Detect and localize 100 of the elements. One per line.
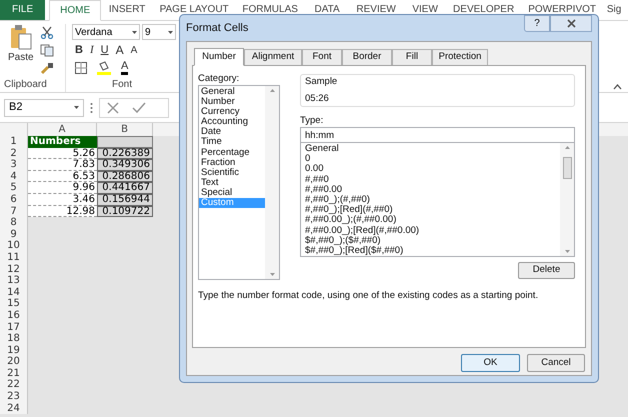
- row-header[interactable]: 1: [0, 136, 28, 148]
- underline-button[interactable]: U: [100, 42, 109, 58]
- ribbon-tab[interactable]: DEVELOPER: [447, 0, 520, 20]
- row-header[interactable]: 20: [0, 356, 28, 368]
- row-header[interactable]: 22: [0, 379, 28, 392]
- row-header[interactable]: 3: [0, 159, 28, 171]
- format-item[interactable]: #,##0_);(#,##0): [305, 194, 560, 206]
- copy-icon[interactable]: [40, 44, 54, 57]
- row-header[interactable]: 23: [0, 391, 28, 403]
- row-header[interactable]: 16: [0, 310, 28, 322]
- category-item[interactable]: Time: [199, 137, 265, 148]
- row-header[interactable]: 2: [0, 148, 28, 160]
- category-item[interactable]: Text: [199, 178, 265, 188]
- row-header[interactable]: 7: [0, 206, 28, 218]
- brush-icon[interactable]: [40, 62, 54, 75]
- type-field[interactable]: hh:mm: [300, 127, 575, 143]
- category-item[interactable]: Currency: [199, 107, 265, 118]
- row-header[interactable]: 14: [0, 286, 28, 298]
- ribbon-tab[interactable]: PAGE LAYOUT: [153, 0, 236, 20]
- ribbon-tab[interactable]: FILE: [0, 0, 46, 20]
- dialog-tab[interactable]: Number: [194, 48, 244, 66]
- category-item[interactable]: Number: [199, 97, 265, 108]
- ribbon-tab[interactable]: REVIEW: [349, 0, 404, 20]
- format-list[interactable]: General 0 0.00 #,##0 #,##0.00 #,##0_);(#,##0) #,##0_);[Red](#,##0) #,##0.00_);(#,##0.00) #,##0.00_);[Red](#,##0.00) $#,##0_);($#,##0) $#,##0_);[Red]($#,##0): [300, 143, 575, 257]
- table-cell: [97, 136, 153, 148]
- format-item[interactable]: #,##0.00_);(#,##0.00): [305, 215, 560, 226]
- help-button[interactable]: ?: [524, 15, 550, 32]
- category-item[interactable]: Fraction: [199, 158, 265, 168]
- format-item[interactable]: #,##0.00_);[Red](#,##0.00): [305, 226, 560, 236]
- close-icon[interactable]: [106, 100, 120, 114]
- borders-icon[interactable]: [75, 62, 87, 74]
- row-header[interactable]: 15: [0, 298, 28, 310]
- row-header[interactable]: 6: [0, 194, 28, 206]
- row-header[interactable]: 24: [0, 402, 28, 414]
- font-color-button[interactable]: A: [121, 61, 128, 76]
- dialog-tab[interactable]: Alignment: [244, 49, 302, 65]
- ok-button[interactable]: OK: [461, 354, 520, 372]
- row-header[interactable]: 13: [0, 275, 28, 287]
- category-item[interactable]: Accounting: [199, 117, 265, 128]
- grow-font-button[interactable]: A: [116, 41, 124, 59]
- format-item[interactable]: #,##0: [305, 174, 560, 185]
- scroll-thumb[interactable]: [562, 157, 572, 179]
- dialog-tab[interactable]: Fill: [392, 49, 432, 65]
- scissors-icon[interactable]: [40, 26, 54, 39]
- format-item[interactable]: $#,##0_);($#,##0): [305, 236, 560, 246]
- collapse-ribbon-icon[interactable]: [613, 84, 622, 90]
- shrink-font-button[interactable]: A: [130, 42, 138, 58]
- fill-color-icon[interactable]: [97, 61, 111, 76]
- format-item[interactable]: 0: [305, 154, 560, 164]
- cancel-button[interactable]: Cancel: [527, 354, 585, 372]
- row-header[interactable]: 4: [0, 170, 28, 182]
- dialog-tab[interactable]: Font: [302, 49, 342, 65]
- ribbon-tab[interactable]: DATA: [305, 0, 350, 20]
- row-header[interactable]: 18: [0, 333, 28, 345]
- category-item[interactable]: General: [199, 87, 265, 98]
- format-item[interactable]: #,##0.00: [305, 184, 560, 195]
- row-header[interactable]: 12: [0, 264, 28, 276]
- scrollbar[interactable]: [265, 86, 279, 279]
- format-item[interactable]: 0.00: [305, 164, 560, 175]
- more-icon: [90, 102, 93, 114]
- group-label: Font: [111, 78, 134, 92]
- paste-button[interactable]: Paste: [8, 24, 34, 77]
- bold-button[interactable]: B: [75, 42, 83, 58]
- delete-button[interactable]: Delete: [518, 262, 575, 279]
- dialog-tab[interactable]: Protection: [432, 49, 488, 65]
- close-button[interactable]: [550, 15, 592, 32]
- category-list[interactable]: General Number Currency Accounting Date Time Percentage Fraction Scientific Text Special Custom: [198, 85, 280, 280]
- row-header[interactable]: 21: [0, 368, 28, 380]
- category-item[interactable]: Percentage: [199, 148, 265, 158]
- ribbon-tab[interactable]: Sig: [604, 0, 624, 20]
- table-cell: Numbers: [28, 136, 97, 148]
- category-item[interactable]: Scientific: [199, 168, 265, 178]
- format-item[interactable]: $#,##0_);[Red]($#,##0): [305, 246, 560, 256]
- row-header[interactable]: 11: [0, 252, 28, 264]
- sample-value: 05:26: [305, 92, 330, 106]
- row-header[interactable]: 9: [0, 228, 28, 240]
- name-box[interactable]: B2: [4, 98, 84, 116]
- dialog-tab[interactable]: Border: [342, 49, 392, 65]
- ribbon-tab[interactable]: FORMULAS: [235, 0, 306, 20]
- row-header[interactable]: 19: [0, 344, 28, 356]
- category-item[interactable]: Date: [199, 127, 265, 138]
- row-header[interactable]: 17: [0, 322, 28, 334]
- font-size-field[interactable]: 9: [142, 24, 176, 40]
- category-item[interactable]: Special: [199, 188, 265, 198]
- type-label: Type:: [300, 114, 324, 127]
- format-item[interactable]: #,##0_);[Red](#,##0): [305, 205, 560, 216]
- ribbon-tab[interactable]: VIEW: [403, 0, 448, 20]
- caret-icon: [74, 106, 79, 109]
- row-header[interactable]: 8: [0, 217, 28, 229]
- ribbon-tab[interactable]: HOME: [49, 0, 102, 21]
- row-header[interactable]: 10: [0, 240, 28, 252]
- scrollbar[interactable]: [560, 143, 574, 256]
- ribbon-tab[interactable]: INSERT: [101, 0, 154, 20]
- table-cell: 0.441667: [97, 182, 153, 194]
- table-cell: 0.156944: [97, 194, 153, 206]
- row-header[interactable]: 5: [0, 182, 28, 194]
- check-icon[interactable]: [132, 100, 146, 114]
- format-item[interactable]: General: [305, 144, 560, 154]
- font-name-field[interactable]: Verdana: [72, 24, 140, 40]
- italic-button[interactable]: I: [90, 42, 94, 58]
